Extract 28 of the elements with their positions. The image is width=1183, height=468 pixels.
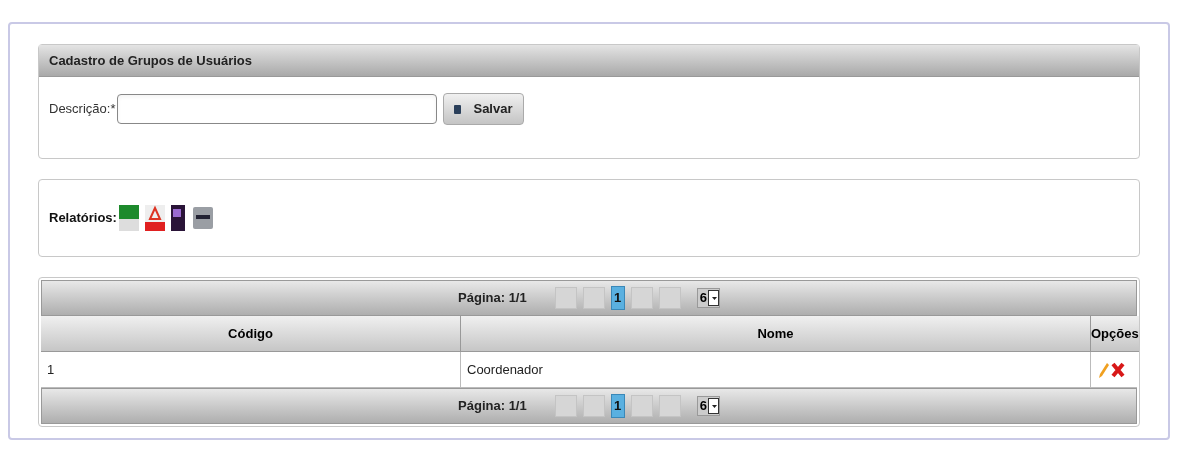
- last-page-button[interactable]: [658, 395, 681, 417]
- page-size-dropdown[interactable]: 6: [696, 288, 720, 308]
- column-header: Código: [41, 316, 461, 352]
- first-page-button[interactable]: [554, 287, 577, 309]
- previous-page-button[interactable]: [582, 395, 605, 417]
- save-button[interactable]: Salvar: [443, 93, 524, 125]
- next-page-button[interactable]: [630, 287, 653, 309]
- spreadsheet-file-icon[interactable]: [118, 205, 139, 231]
- last-page-button[interactable]: [658, 287, 681, 309]
- column-header: Opções: [1091, 316, 1139, 352]
- page-size-dropdown[interactable]: 6: [696, 396, 720, 416]
- code-file-icon[interactable]: [192, 205, 213, 231]
- panel-header: Cadastro de Grupos de Usuários: [39, 45, 1139, 77]
- field-label: Descrição:*: [49, 100, 116, 119]
- previous-page-button[interactable]: [582, 287, 605, 309]
- page-button[interactable]: 1: [610, 394, 625, 418]
- pencil-icon[interactable]: [1099, 361, 1109, 378]
- delete-icon[interactable]: [1111, 361, 1125, 378]
- video-file-icon[interactable]: [170, 205, 185, 231]
- description-field[interactable]: [117, 94, 438, 124]
- page-indicator: Página: 1/1: [458, 289, 527, 308]
- page-button[interactable]: 1: [610, 286, 625, 310]
- column-header: Nome: [461, 316, 1091, 352]
- pdf-file-icon[interactable]: [144, 205, 165, 231]
- reports-label: Relatórios:: [49, 209, 117, 228]
- page-indicator: Página: 1/1: [458, 397, 527, 416]
- next-page-button[interactable]: [630, 395, 653, 417]
- first-page-button[interactable]: [554, 395, 577, 417]
